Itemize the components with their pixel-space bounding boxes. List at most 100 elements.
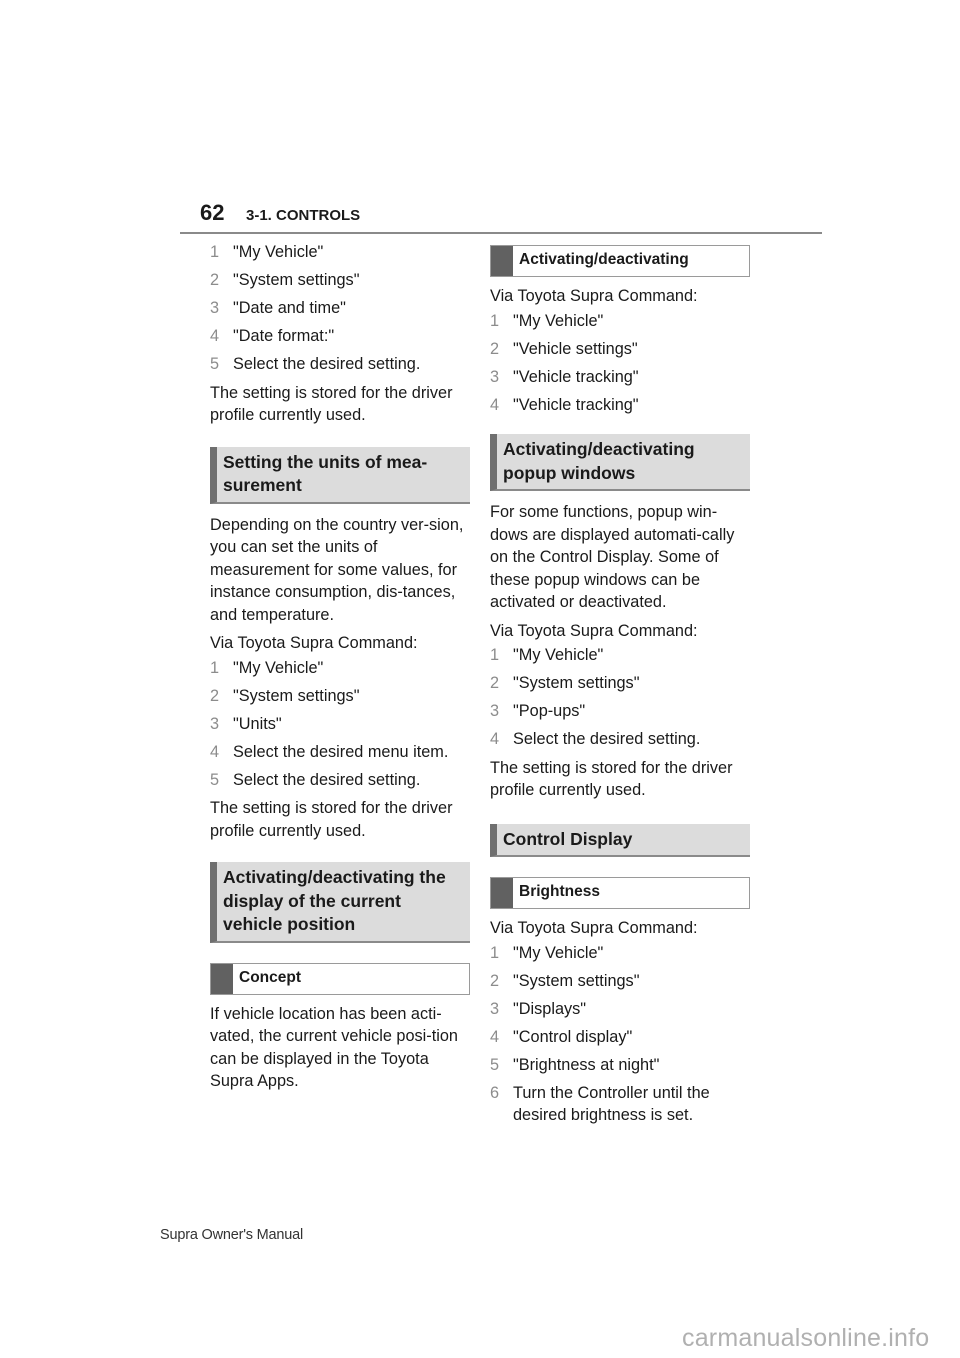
brightness-heading: Brightness: [490, 877, 750, 909]
step-text: "Pop-ups": [513, 702, 586, 720]
step-number: 1: [490, 943, 500, 962]
via-command-label: Via Toyota Supra Command:: [490, 621, 698, 640]
activating-heading-label: Activating/deactivating: [519, 251, 689, 268]
vehicle-position-heading: Activating/deactivating the display of t…: [210, 862, 470, 943]
page-number: 62: [200, 200, 225, 225]
concept-heading-label: Concept: [239, 968, 301, 986]
left-column: 1 "My Vehicle" 2 "System settings" 3 "Date an…: [210, 241, 470, 1099]
step-text: "System settings": [513, 971, 640, 990]
units-steps: 1 "My Vehicle" 2 "System settings" 3 "Units" 4…: [210, 657, 470, 792]
step-number: 2: [490, 339, 500, 358]
step-number: 5: [210, 355, 220, 373]
control-display-heading: Control Display: [490, 823, 750, 857]
heading-marker: [211, 963, 233, 994]
via-command-label: Via Toyota Supra Command:: [490, 919, 698, 937]
step-number: 4: [210, 327, 220, 345]
step-number: 1: [490, 311, 500, 330]
step-number: 2: [210, 686, 220, 705]
step-item: 3 "Displays": [490, 998, 750, 1021]
step-text: Select the desired setting.: [233, 770, 421, 789]
step-text: "My Vehicle": [513, 311, 604, 330]
step-text: "Vehicle tracking": [513, 395, 639, 414]
step-number: 2: [490, 971, 500, 990]
step-item: 3 "Pop-ups": [490, 700, 750, 723]
concept-description: If vehicle location has been acti-vated,…: [210, 1004, 458, 1091]
step-item: 2 "System settings": [210, 685, 470, 708]
brightness-steps: 1 "My Vehicle" 2 "System settings" 3 "Display…: [490, 942, 750, 1127]
step-text: Select the desired menu item.: [233, 742, 449, 761]
step-item: 4 Select the desired setting.: [490, 728, 750, 751]
header-divider: [180, 232, 822, 234]
step-number: 6: [490, 1083, 500, 1102]
via-command-label: Via Toyota Supra Command:: [210, 634, 418, 652]
step-number: 5: [210, 770, 220, 789]
step-item: 3 "Vehicle tracking": [490, 366, 750, 389]
popup-heading: Activating/deactivating popup windows: [490, 434, 750, 491]
step-number: 5: [490, 1055, 500, 1074]
step-text: Select the desired setting.: [513, 730, 701, 748]
via-command-label: Via Toyota Supra Command:: [490, 287, 698, 305]
step-text: "My Vehicle": [513, 943, 604, 962]
watermark-link[interactable]: carmanualsonline.info: [682, 1324, 929, 1353]
step-number: 4: [490, 395, 500, 414]
step-item: 1 "My Vehicle": [210, 657, 470, 680]
step-text: "System settings": [513, 674, 640, 692]
brightness-heading-label: Brightness: [519, 883, 600, 900]
storage-note: The setting is stored for the driver pro…: [490, 758, 733, 800]
step-number: 4: [210, 742, 220, 761]
right-column: Activating/deactivating Via Toyota Supra…: [490, 245, 750, 1133]
step-number: 3: [210, 714, 220, 733]
step-item: 2 "System settings": [210, 269, 470, 292]
step-text: "Units": [233, 714, 282, 733]
step-number: 2: [210, 271, 220, 289]
step-number: 3: [210, 299, 220, 317]
date-format-steps: 1 "My Vehicle" 2 "System settings" 3 "Date an…: [210, 241, 470, 376]
heading-marker: [491, 246, 513, 276]
step-item: 2 "System settings": [490, 970, 750, 993]
step-number: 4: [490, 1027, 500, 1046]
step-number: 1: [210, 658, 220, 677]
step-number: 1: [210, 243, 220, 261]
step-text: "My Vehicle": [233, 658, 324, 677]
step-item: 1 "My Vehicle": [490, 942, 750, 965]
step-number: 1: [490, 646, 500, 664]
step-item: 1 "My Vehicle": [490, 310, 750, 333]
step-item: 5 Select the desired setting.: [210, 769, 470, 792]
step-text: "Displays": [513, 999, 587, 1018]
step-text: Turn the Controller until the desired br…: [513, 1083, 710, 1125]
step-item: 4 "Date format:": [210, 325, 470, 348]
step-item: 2 "Vehicle settings": [490, 338, 750, 361]
step-text: "Date format:": [233, 327, 335, 345]
step-text: "Control display": [513, 1027, 633, 1046]
step-text: "Date and time": [233, 299, 346, 317]
step-text: "System settings": [233, 271, 360, 289]
concept-heading: Concept: [210, 962, 470, 995]
step-text: "My Vehicle": [513, 646, 604, 664]
step-item: 5 "Brightness at night": [490, 1054, 750, 1077]
vehicle-tracking-steps: 1 "My Vehicle" 2 "Vehicle settings" 3 "Vehicl…: [490, 310, 750, 417]
step-number: 2: [490, 674, 500, 692]
units-description: Depending on the country ver-sion, you c…: [210, 515, 464, 624]
step-number: 3: [490, 367, 500, 386]
step-number: 4: [490, 730, 500, 748]
step-text: "System settings": [233, 686, 360, 705]
step-item: 4 Select the desired menu item.: [210, 741, 470, 764]
step-item: 4 "Vehicle tracking": [490, 394, 750, 417]
step-item: 6 Turn the Controller until the desired b…: [490, 1082, 750, 1127]
activating-heading: Activating/deactivating: [490, 245, 750, 277]
popup-steps: 1 "My Vehicle" 2 "System settings" 3 "Pop-ups…: [490, 644, 750, 751]
step-item: 1 "My Vehicle": [490, 644, 750, 667]
step-text: Select the desired setting.: [233, 355, 421, 373]
units-heading: Setting the units of mea-surement: [210, 446, 470, 504]
heading-marker: [491, 878, 513, 908]
storage-note: The setting is stored for the driver pro…: [210, 383, 453, 425]
section-title: 3-1. CONTROLS: [246, 207, 361, 224]
step-text: "Vehicle tracking": [513, 367, 639, 386]
popup-description: For some functions, popup win-dows are d…: [490, 503, 735, 611]
step-item: 2 "System settings": [490, 672, 750, 695]
step-text: "Vehicle settings": [513, 339, 638, 358]
step-item: 4 "Control display": [490, 1026, 750, 1049]
manual-title: Supra Owner's Manual: [160, 1227, 304, 1243]
storage-note: The setting is stored for the driver pro…: [210, 799, 453, 840]
step-item: 5 Select the desired setting.: [210, 353, 470, 376]
